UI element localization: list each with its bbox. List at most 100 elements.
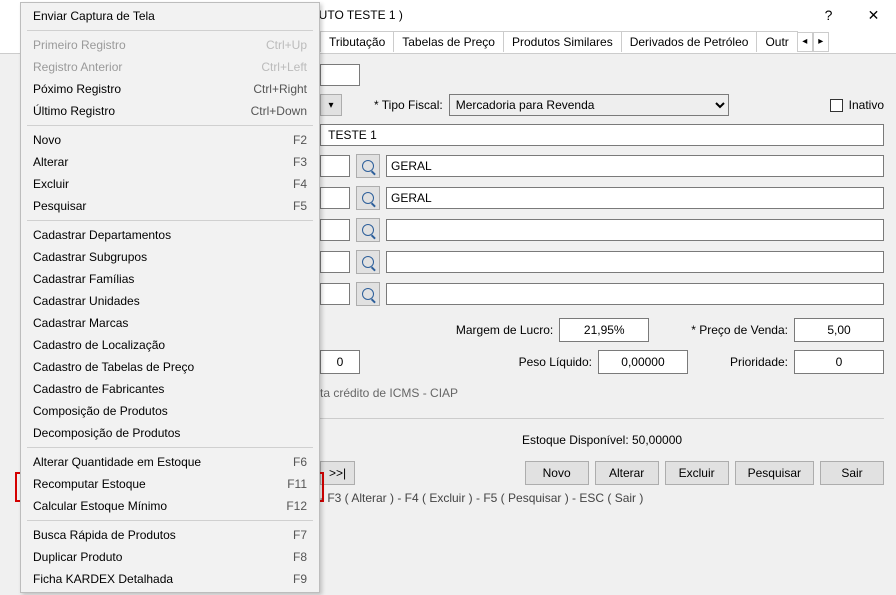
menu-item-label: Excluir <box>33 177 293 191</box>
dropdown-button[interactable]: ▾ <box>320 94 342 116</box>
sub-code-input[interactable] <box>320 187 350 209</box>
lookup-fab-button[interactable] <box>356 282 380 306</box>
sair-button[interactable]: Sair <box>820 461 884 485</box>
peso-value[interactable]: 0,00000 <box>598 350 688 374</box>
button-bar: >>| Novo Alterar Excluir Pesquisar Sair <box>320 461 884 485</box>
window: DUTO TESTE 1 ) ? ✕ Tributação Tabelas de… <box>0 0 896 595</box>
window-title: DUTO TESTE 1 ) <box>310 8 806 22</box>
peso-label: Peso Líquido: <box>519 355 592 369</box>
pesquisar-button[interactable]: Pesquisar <box>735 461 814 485</box>
menu-item[interactable]: Cadastrar Famílias <box>23 268 317 290</box>
menu-item[interactable]: Decomposição de Produtos <box>23 422 317 444</box>
menu-separator <box>27 447 313 448</box>
menu-item[interactable]: Cadastrar Departamentos <box>23 224 317 246</box>
menu-item-label: Enviar Captura de Tela <box>33 9 307 23</box>
menu-separator <box>27 125 313 126</box>
excluir-button[interactable]: Excluir <box>665 461 729 485</box>
margem-value[interactable]: 21,95% <box>559 318 649 342</box>
menu-item[interactable]: Calcular Estoque MínimoF12 <box>23 495 317 517</box>
novo-button[interactable]: Novo <box>525 461 589 485</box>
menu-item-label: Decomposição de Produtos <box>33 426 307 440</box>
code-input[interactable] <box>320 64 360 86</box>
nav-last-button[interactable]: >>| <box>320 461 355 485</box>
lookup-marca-button[interactable] <box>356 250 380 274</box>
tab-produtos-similares[interactable]: Produtos Similares <box>503 31 622 52</box>
lookup-dep-button[interactable] <box>356 154 380 178</box>
fab-desc-input[interactable] <box>386 283 884 305</box>
menu-item[interactable]: Cadastro de Tabelas de Preço <box>23 356 317 378</box>
menu-item-label: Cadastro de Fabricantes <box>33 382 307 396</box>
menu-item[interactable]: Ficha KARDEX DetalhadaF9 <box>23 568 317 590</box>
menu-item[interactable]: Alterar Quantidade em EstoqueF6 <box>23 451 317 473</box>
tab-scroll-left[interactable]: ◂ <box>797 32 813 52</box>
menu-item-label: Busca Rápida de Produtos <box>33 528 293 542</box>
search-icon <box>362 192 374 204</box>
lookup-sub-button[interactable] <box>356 186 380 210</box>
menu-item-shortcut: F9 <box>293 572 307 586</box>
tab-derivados-petroleo[interactable]: Derivados de Petróleo <box>621 31 758 52</box>
menu-item-label: Composição de Produtos <box>33 404 307 418</box>
marca-code-input[interactable] <box>320 251 350 273</box>
menu-item[interactable]: Composição de Produtos <box>23 400 317 422</box>
inativo-checkbox[interactable] <box>830 99 843 112</box>
menu-item-label: Novo <box>33 133 293 147</box>
menu-item[interactable]: Último RegistroCtrl+Down <box>23 100 317 122</box>
menu-item[interactable]: Cadastrar Unidades <box>23 290 317 312</box>
tab-tributacao[interactable]: Tributação <box>320 31 394 52</box>
sub-desc-input[interactable] <box>386 187 884 209</box>
menu-item[interactable]: Póximo RegistroCtrl+Right <box>23 78 317 100</box>
menu-item[interactable]: NovoF2 <box>23 129 317 151</box>
zero-box[interactable]: 0 <box>320 350 360 374</box>
dep-code-input[interactable] <box>320 155 350 177</box>
help-button[interactable]: ? <box>806 0 851 30</box>
menu-item[interactable]: Enviar Captura de Tela <box>23 5 317 27</box>
menu-item-label: Alterar Quantidade em Estoque <box>33 455 293 469</box>
menu-item[interactable]: Duplicar ProdutoF8 <box>23 546 317 568</box>
menu-item-shortcut: F7 <box>293 528 307 542</box>
fab-code-input[interactable] <box>320 283 350 305</box>
menu-item-shortcut: Ctrl+Left <box>261 60 307 74</box>
menu-item-shortcut: F3 <box>293 155 307 169</box>
tab-outros[interactable]: Outr <box>756 31 797 52</box>
inativo-label: Inativo <box>849 98 884 112</box>
menu-item[interactable]: AlterarF3 <box>23 151 317 173</box>
marca-desc-input[interactable] <box>386 251 884 273</box>
menu-item-label: Registro Anterior <box>33 60 261 74</box>
descricao-input[interactable] <box>320 124 884 146</box>
menu-item[interactable]: Recomputar EstoqueF11 <box>23 473 317 495</box>
menu-item[interactable]: Cadastro de Localização <box>23 334 317 356</box>
menu-item-shortcut: F12 <box>286 499 307 513</box>
menu-item[interactable]: PesquisarF5 <box>23 195 317 217</box>
preco-value[interactable]: 5,00 <box>794 318 884 342</box>
menu-item[interactable]: Cadastro de Fabricantes <box>23 378 317 400</box>
fam-code-input[interactable] <box>320 219 350 241</box>
dep-desc-input[interactable] <box>386 155 884 177</box>
menu-item-shortcut: F5 <box>293 199 307 213</box>
menu-item-label: Cadastro de Tabelas de Preço <box>33 360 307 374</box>
menu-item-shortcut: F2 <box>293 133 307 147</box>
menu-item-label: Último Registro <box>33 104 251 118</box>
menu-item[interactable]: ExcluirF4 <box>23 173 317 195</box>
close-button[interactable]: ✕ <box>851 0 896 30</box>
menu-item[interactable]: Cadastrar Marcas <box>23 312 317 334</box>
prioridade-value[interactable]: 0 <box>794 350 884 374</box>
alterar-button[interactable]: Alterar <box>595 461 659 485</box>
menu-item-label: Ficha KARDEX Detalhada <box>33 572 293 586</box>
tab-tabelas-preco[interactable]: Tabelas de Preço <box>393 31 504 52</box>
search-icon <box>362 256 374 268</box>
tipo-fiscal-select[interactable]: Mercadoria para Revenda <box>449 94 729 116</box>
fam-desc-input[interactable] <box>386 219 884 241</box>
menu-item-label: Primeiro Registro <box>33 38 266 52</box>
menu-item-label: Póximo Registro <box>33 82 253 96</box>
tab-scroll-right[interactable]: ▸ <box>813 32 829 52</box>
margem-label: Margem de Lucro: <box>456 323 553 337</box>
menu-item-shortcut: F4 <box>293 177 307 191</box>
search-icon <box>362 224 374 236</box>
menu-item[interactable]: Busca Rápida de ProdutosF7 <box>23 524 317 546</box>
menu-separator <box>27 520 313 521</box>
menu-item-shortcut: Ctrl+Up <box>266 38 307 52</box>
lookup-fam-button[interactable] <box>356 218 380 242</box>
menu-item-shortcut: F11 <box>287 477 307 491</box>
menu-item[interactable]: Cadastrar Subgrupos <box>23 246 317 268</box>
menu-item-shortcut: F8 <box>293 550 307 564</box>
